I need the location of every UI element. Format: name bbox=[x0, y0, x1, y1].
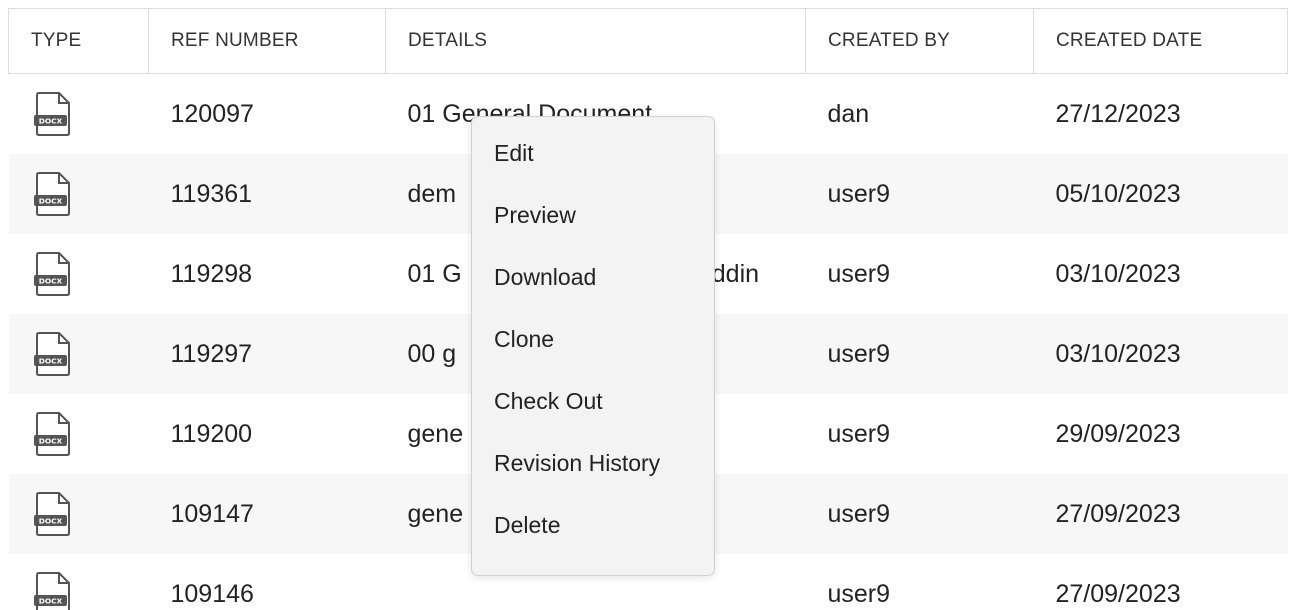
cell-ref-number: 119200 bbox=[148, 394, 386, 474]
cell-ref-number: 119298 bbox=[148, 234, 386, 314]
menu-item-delete[interactable]: Delete bbox=[472, 493, 714, 557]
cell-created-by: user9 bbox=[805, 154, 1034, 234]
cell-created-by: user9 bbox=[805, 474, 1034, 554]
cell-ref-number: 109147 bbox=[148, 474, 386, 554]
svg-text:DOCX: DOCX bbox=[38, 277, 62, 286]
cell-created-date: 27/12/2023 bbox=[1033, 73, 1288, 154]
docx-file-icon: DOCX bbox=[33, 92, 70, 136]
cell-type: DOCX bbox=[8, 314, 149, 394]
column-header-ref-number[interactable]: REF NUMBER bbox=[148, 8, 386, 74]
cell-created-date: 29/09/2023 bbox=[1033, 394, 1288, 474]
cell-ref-number: 109146 bbox=[148, 554, 386, 610]
cell-type: DOCX bbox=[8, 474, 149, 554]
cell-type: DOCX bbox=[8, 234, 149, 314]
cell-type: DOCX bbox=[8, 154, 149, 234]
cell-ref-number: 119297 bbox=[148, 314, 386, 394]
cell-ref-number: 120097 bbox=[148, 73, 386, 154]
cell-created-date: 27/09/2023 bbox=[1033, 554, 1288, 610]
docx-file-icon: DOCX bbox=[33, 572, 70, 610]
table-header-row: TYPE REF NUMBER DETAILS CREATED BY CREAT… bbox=[8, 8, 1288, 74]
column-header-created-date[interactable]: CREATED DATE bbox=[1033, 8, 1288, 74]
cell-created-by: dan bbox=[805, 73, 1034, 154]
menu-item-edit[interactable]: Edit bbox=[472, 121, 714, 185]
menu-item-check-out[interactable]: Check Out bbox=[472, 369, 714, 433]
docx-file-icon: DOCX bbox=[33, 252, 70, 296]
context-menu: Edit Preview Download Clone Check Out Revisio… bbox=[471, 116, 715, 576]
docx-file-icon: DOCX bbox=[33, 172, 70, 216]
documents-view: TYPE REF NUMBER DETAILS CREATED BY CREAT… bbox=[0, 0, 1289, 610]
cell-type: DOCX bbox=[8, 73, 149, 154]
docx-file-icon: DOCX bbox=[33, 412, 70, 456]
cell-created-by: user9 bbox=[805, 394, 1034, 474]
svg-text:DOCX: DOCX bbox=[38, 517, 62, 526]
svg-text:DOCX: DOCX bbox=[38, 117, 62, 126]
cell-created-date: 03/10/2023 bbox=[1033, 314, 1288, 394]
cell-created-date: 03/10/2023 bbox=[1033, 234, 1288, 314]
cell-created-by: user9 bbox=[805, 314, 1034, 394]
cell-created-by: user9 bbox=[805, 554, 1034, 610]
cell-ref-number: 119361 bbox=[148, 154, 386, 234]
cell-created-date: 27/09/2023 bbox=[1033, 474, 1288, 554]
menu-item-clone[interactable]: Clone bbox=[472, 307, 714, 371]
docx-file-icon: DOCX bbox=[33, 332, 70, 376]
menu-item-download[interactable]: Download bbox=[472, 245, 714, 309]
column-header-details[interactable]: DETAILS bbox=[385, 8, 806, 74]
svg-text:DOCX: DOCX bbox=[38, 197, 62, 206]
cell-type: DOCX bbox=[8, 394, 149, 474]
cell-created-date: 05/10/2023 bbox=[1033, 154, 1288, 234]
menu-item-preview[interactable]: Preview bbox=[472, 183, 714, 247]
cell-created-by: user9 bbox=[805, 234, 1034, 314]
column-header-type[interactable]: TYPE bbox=[8, 8, 149, 74]
svg-text:DOCX: DOCX bbox=[38, 357, 62, 366]
cell-type: DOCX bbox=[8, 554, 149, 610]
svg-text:DOCX: DOCX bbox=[38, 437, 62, 446]
svg-text:DOCX: DOCX bbox=[38, 597, 62, 606]
column-header-created-by[interactable]: CREATED BY bbox=[805, 8, 1034, 74]
docx-file-icon: DOCX bbox=[33, 492, 70, 536]
menu-item-revision-history[interactable]: Revision History bbox=[472, 431, 714, 495]
